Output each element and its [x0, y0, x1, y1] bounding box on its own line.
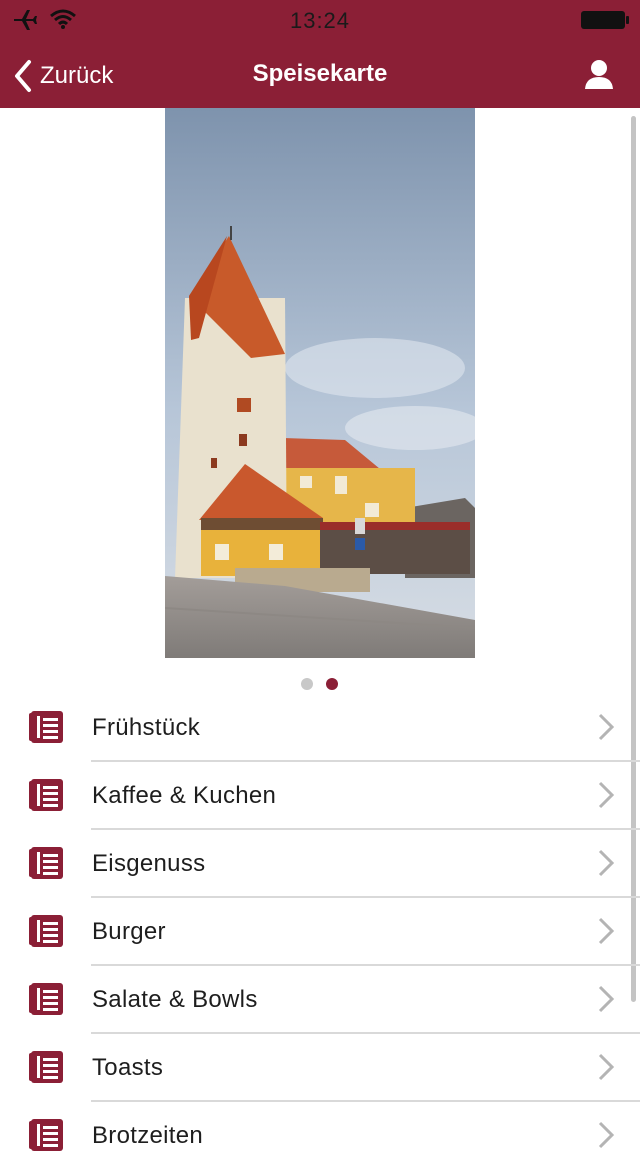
menu-list-icon	[29, 1051, 63, 1083]
chevron-right-icon	[598, 1053, 615, 1081]
list-item-label: Toasts	[92, 1054, 164, 1081]
list-item-kaffee-kuchen[interactable]: Kaffee & Kuchen	[0, 762, 640, 830]
list-item-label: Frühstück	[92, 714, 201, 741]
tower-building-image	[165, 108, 475, 658]
list-item-eisgenuss[interactable]: Eisgenuss	[0, 830, 640, 898]
battery-icon	[581, 11, 629, 29]
list-item-toasts[interactable]: Toasts	[0, 1034, 640, 1102]
chevron-right-icon	[598, 713, 615, 741]
menu-list-icon	[29, 915, 63, 947]
list-item-salate-bowls[interactable]: Salate & Bowls	[0, 966, 640, 1034]
page-title: Speisekarte	[252, 60, 388, 87]
chevron-right-icon	[598, 781, 615, 809]
chevron-right-icon	[598, 1121, 615, 1149]
navigation-bar: Zurück Speisekarte	[0, 44, 640, 108]
list-item-label: Burger	[92, 918, 166, 945]
menu-list-icon	[29, 779, 63, 811]
menu-category-list: Frühstück Kaffee & Kuchen Eisgenuss Burg…	[0, 694, 640, 1170]
menu-list-icon	[29, 983, 63, 1015]
chevron-right-icon	[598, 985, 615, 1013]
list-item-label: Brotzeiten	[92, 1122, 204, 1149]
chevron-right-icon	[598, 917, 615, 945]
list-item-label: Salate & Bowls	[92, 986, 258, 1013]
user-icon[interactable]	[584, 58, 614, 90]
chevron-right-icon	[598, 849, 615, 877]
list-item-fruehstueck[interactable]: Frühstück	[0, 694, 640, 762]
menu-list-icon	[29, 847, 63, 879]
page-indicator[interactable]	[0, 676, 640, 692]
status-time: 13:24	[289, 8, 351, 33]
restaurant-photo[interactable]	[165, 108, 475, 658]
list-item-label: Eisgenuss	[92, 850, 206, 877]
page-dot-1[interactable]	[301, 678, 313, 690]
list-item-label: Kaffee & Kuchen	[92, 782, 277, 809]
status-bar: 13:24	[0, 0, 640, 40]
list-item-brotzeiten[interactable]: Brotzeiten	[0, 1102, 640, 1170]
app-header: 13:24 Zurück Speisekarte	[0, 0, 640, 108]
page-dot-2-active[interactable]	[326, 678, 338, 690]
menu-list-icon	[29, 1119, 63, 1151]
menu-list-icon	[29, 711, 63, 743]
list-item-burger[interactable]: Burger	[0, 898, 640, 966]
